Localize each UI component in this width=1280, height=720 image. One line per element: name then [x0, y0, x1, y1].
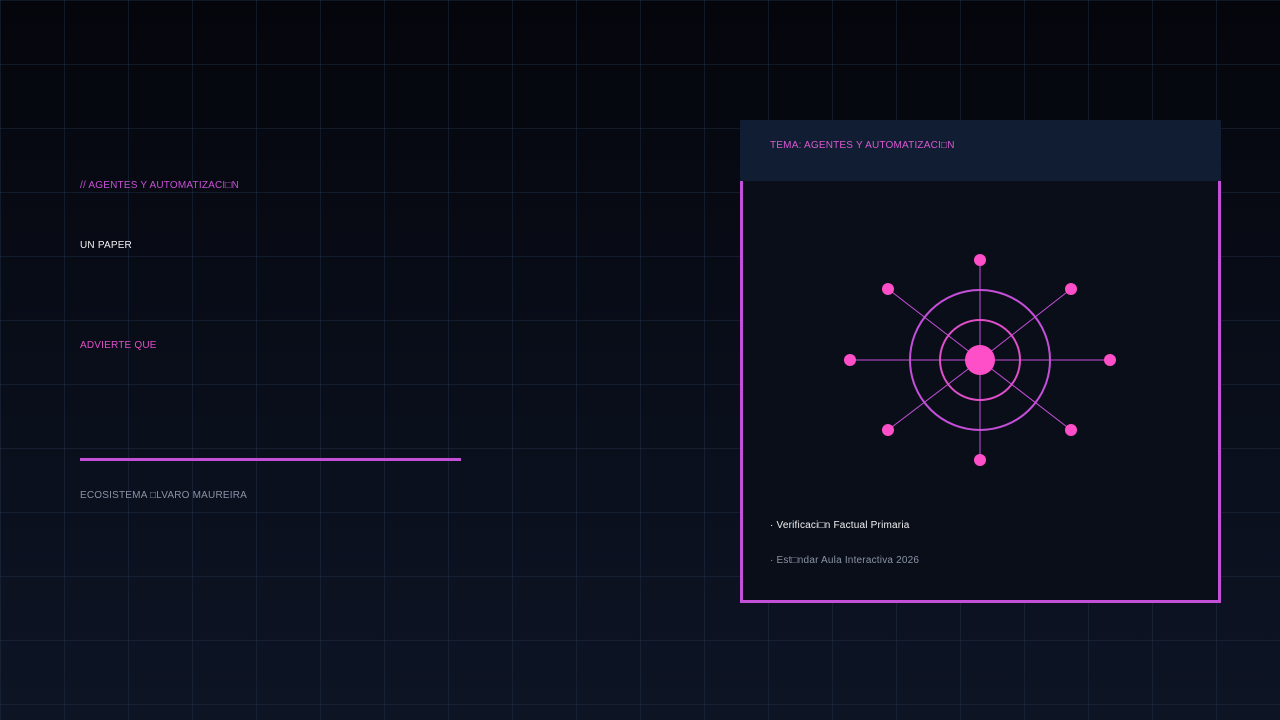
- card-item-standard: · Est□ndar Aula Interactiva 2026: [770, 555, 920, 566]
- subheadline: ADVIERTE QUE: [80, 340, 157, 351]
- card-topic-tag: TEMA: AGENTES Y AUTOMATIZACI□N: [770, 140, 955, 151]
- accent-divider: [80, 458, 461, 461]
- headline: UN PAPER: [80, 240, 132, 251]
- footer-credit: ECOSISTEMA □LVARO MAUREIRA: [80, 490, 248, 501]
- card-item-verification: · Verificaci□n Factual Primaria: [770, 520, 910, 531]
- section-kicker: // AGENTES Y AUTOMATIZACI□N: [80, 180, 240, 191]
- network-hub-icon: [844, 254, 1116, 466]
